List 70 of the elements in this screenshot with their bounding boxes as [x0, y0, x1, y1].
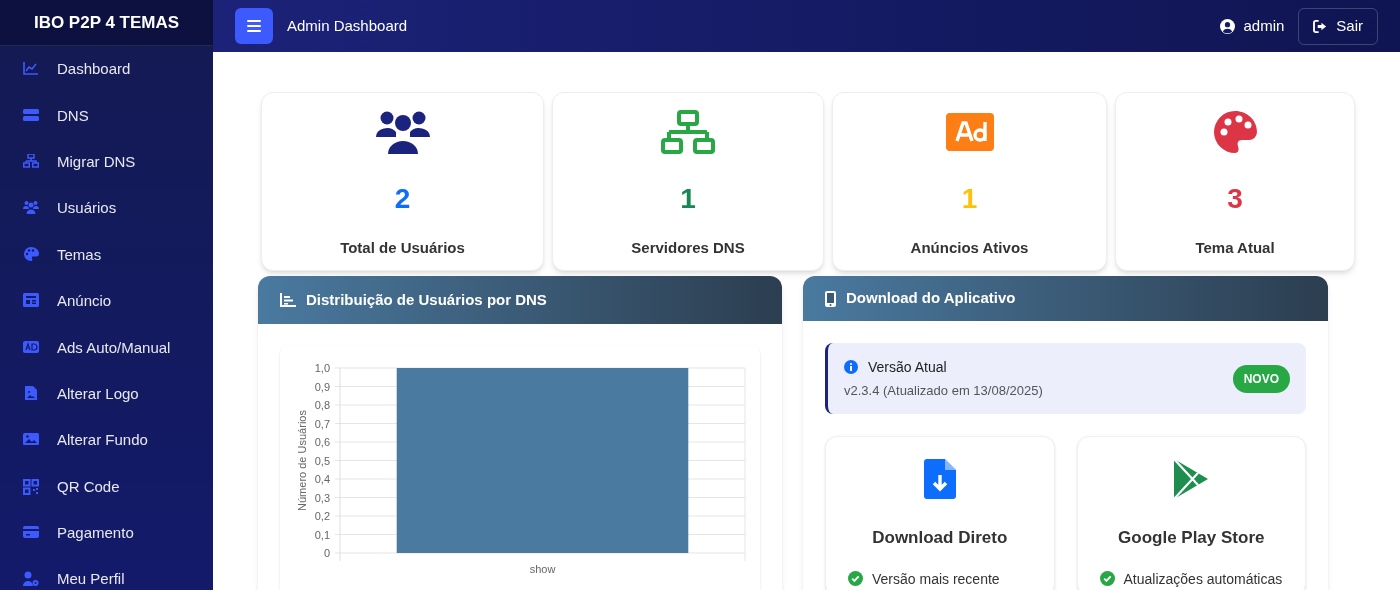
sidebar-item[interactable]: Alterar Fundo	[0, 417, 213, 464]
feature-text: Versão mais recente	[872, 570, 1000, 587]
version-title: Versão Atual	[868, 357, 947, 377]
sidebar-item[interactable]: Migrar DNS	[0, 138, 213, 186]
info-icon	[844, 360, 858, 375]
sidebar-item[interactable]: DNS	[0, 92, 213, 139]
y-tick-label: 0,2	[314, 510, 330, 522]
file-download-icon	[923, 459, 956, 499]
newspaper-icon	[23, 293, 39, 310]
image-file-icon	[23, 385, 39, 402]
logout-icon	[1313, 19, 1329, 33]
y-tick-label: 0,6	[314, 436, 330, 448]
network-icon	[661, 110, 715, 154]
palette-icon	[1213, 110, 1257, 154]
stat-label: Anúncios Ativos	[910, 238, 1029, 258]
sidebar-item[interactable]: Dashboard	[0, 46, 213, 93]
y-axis-title: Número de Usuários	[296, 410, 308, 511]
y-tick-label: 0,8	[314, 399, 330, 411]
stat-value: 1	[961, 185, 978, 213]
chart-icon	[280, 292, 296, 308]
stat-label: Total de Usuários	[340, 238, 465, 258]
y-tick-label: 1,0	[314, 362, 330, 374]
logout-button[interactable]: Sair	[1298, 7, 1378, 45]
stat-value: 2	[394, 185, 411, 213]
page-title: Admin Dashboard	[287, 15, 408, 36]
option-title: Google Play Store	[1118, 527, 1265, 549]
version-detail: v2.3.4 (Atualizado em 13/08/2025)	[844, 381, 1043, 400]
stat-value: 1	[680, 185, 696, 213]
option-title: Download Direto	[872, 527, 1008, 549]
sidebar-item[interactable]: Usuários	[0, 185, 213, 232]
y-tick-label: 0	[323, 547, 330, 559]
sidebar-item[interactable]: Pagamento	[0, 509, 213, 557]
sidebar-item[interactable]: QR Code	[0, 463, 213, 510]
brand-title: IBO P2P 4 TEMAS	[33, 11, 180, 34]
panel-title: Distribuição de Usuários por DNS	[306, 289, 547, 310]
panel-title: Download do Aplicativo	[846, 288, 1016, 309]
feature-text: Atualizações automáticas	[1123, 570, 1283, 587]
user-icon	[1220, 18, 1236, 34]
stat-label: Tema Atual	[1195, 238, 1275, 258]
y-tick-label: 0,7	[314, 417, 330, 430]
y-tick-label: 0,5	[314, 454, 330, 467]
user-gear-icon	[23, 571, 39, 588]
chart-line-icon	[23, 61, 39, 78]
sidebar-item[interactable]: Ads Auto/Manual	[0, 324, 213, 371]
check-icon	[1099, 571, 1115, 586]
y-tick-label: 0,1	[314, 528, 330, 541]
y-tick-label: 0,3	[314, 491, 330, 504]
phone-icon	[825, 290, 836, 307]
ad-icon	[23, 339, 39, 356]
users-icon	[375, 110, 430, 154]
server-icon	[23, 107, 39, 124]
menu-button[interactable]	[235, 8, 273, 44]
sidebar-item[interactable]: Anúncio	[0, 277, 213, 325]
menu-icon	[247, 20, 261, 32]
username: admin	[1243, 15, 1285, 36]
y-tick-label: 0,9	[314, 380, 330, 393]
network-icon	[23, 153, 39, 170]
sidebar-item[interactable]: Alterar Logo	[0, 370, 213, 418]
new-badge: NOVO	[1232, 364, 1290, 393]
users-icon	[23, 200, 39, 217]
ad-icon	[944, 112, 995, 152]
x-tick-label: show	[529, 563, 556, 575]
sidebar-item[interactable]: Temas	[0, 231, 213, 278]
qr-code-icon	[23, 478, 39, 495]
sidebar-item[interactable]: Meu Perfil	[0, 556, 213, 590]
check-icon	[848, 571, 863, 586]
stat-value: 3	[1227, 185, 1243, 213]
stat-label: Servidores DNS	[631, 238, 745, 258]
y-tick-label: 0,4	[314, 473, 330, 485]
palette-icon	[23, 246, 39, 263]
